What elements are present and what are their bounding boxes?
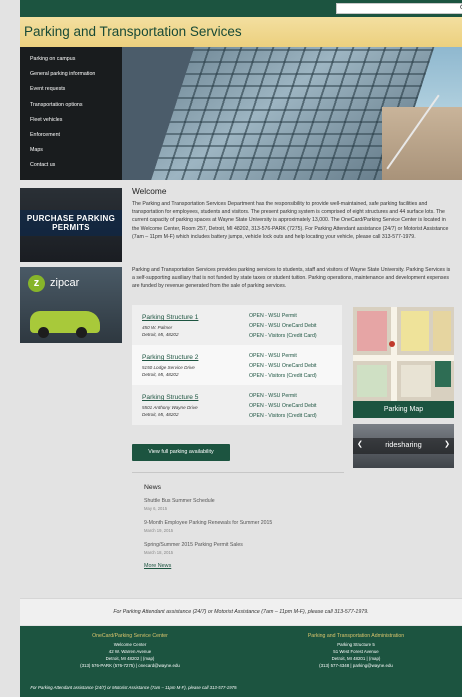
- nav-item-maps[interactable]: Maps: [20, 146, 122, 161]
- nav-item-transportation-options[interactable]: Transportation options: [20, 101, 122, 116]
- top-bar: ⚲: [20, 0, 462, 17]
- footer: OneCard/Parking Service Center Welcome C…: [20, 626, 462, 697]
- status-line: OPEN - Visitors (Credit Card): [249, 333, 317, 339]
- address-line: Detroit, MI, 48202: [142, 331, 179, 337]
- structure-name-link[interactable]: Parking Structure 5: [142, 394, 198, 401]
- news-item: 9-Month Employee Parking Renewals for Su…: [144, 520, 364, 535]
- zipcar-banner[interactable]: z zipcar: [20, 267, 122, 343]
- footer-line-email-link[interactable]: (313) 577-4348 | parking@wayne.edu: [256, 662, 456, 669]
- nav-item-general-parking-information[interactable]: General parking information: [20, 70, 122, 85]
- structure-status: OPEN - WSU Permit OPEN - WSU OneCard Deb…: [249, 391, 317, 421]
- parking-map-card[interactable]: Parking Map: [353, 307, 454, 418]
- purchase-permits-label: PURCHASE PARKING PERMITS: [26, 214, 116, 232]
- welcome-heading: Welcome: [132, 186, 167, 196]
- structure-status: OPEN - WSU Permit OPEN - WSU OneCard Deb…: [249, 311, 317, 341]
- footer-line: Parking Structure 5: [337, 642, 375, 647]
- view-availability-button[interactable]: View full parking availability: [132, 444, 230, 461]
- news-item: Spring/Summer 2015 Parking Permit Sales …: [144, 542, 364, 557]
- site-title[interactable]: Parking and Transportation Services: [24, 24, 242, 39]
- status-line: OPEN - Visitors (Credit Card): [249, 373, 317, 379]
- news-heading: News: [144, 484, 161, 491]
- welcome-paragraph-1: The Parking and Transportation Services …: [132, 201, 449, 240]
- footer-heading: Parking and Transportation Administratio…: [307, 633, 405, 639]
- footer-heading: OneCard/Parking Service Center: [92, 633, 168, 639]
- footer-line: 51 West Forest Avenue: [333, 649, 379, 654]
- news-item-date: May 6, 2015: [144, 506, 168, 511]
- news-item-title[interactable]: Spring/Summer 2015 Parking Permit Sales: [144, 542, 364, 549]
- footer-line-email-link[interactable]: (313) 576-PARK (576-7275) | onecard@wayn…: [30, 662, 230, 669]
- map-block: [357, 365, 387, 397]
- status-line: OPEN - WSU OneCard Debit: [249, 323, 317, 329]
- assistance-notice-text: For Parking Attendant assistance (24/7) …: [113, 609, 369, 615]
- structure-name-link[interactable]: Parking Structure 2: [142, 354, 198, 361]
- ridesharing-label: ridesharing: [385, 440, 422, 449]
- footer-administration: Parking and Transportation Administratio…: [256, 632, 456, 669]
- structure-name-link[interactable]: Parking Structure 1: [142, 314, 198, 321]
- assistance-notice: For Parking Attendant assistance (24/7) …: [20, 598, 462, 625]
- nav-item-parking-on-campus[interactable]: Parking on campus: [20, 55, 122, 70]
- structure-address: 450 W. Palmer Detroit, MI, 48202: [142, 325, 179, 338]
- map-block: [435, 361, 451, 387]
- welcome-paragraph-2: Parking and Transportation Services prov…: [132, 267, 451, 290]
- map-block: [357, 311, 387, 351]
- status-line: OPEN - WSU Permit: [249, 393, 297, 399]
- car-wheel-image: [38, 327, 49, 338]
- footer-line: 42 W. Warren Avenue: [108, 649, 152, 654]
- footer-line-map-link[interactable]: Detroit, MI 48201 | (map): [256, 655, 456, 662]
- news-item-date: March 19, 2015: [144, 528, 174, 533]
- status-line: OPEN - WSU OneCard Debit: [249, 363, 317, 369]
- site-header: Parking and Transportation Services: [20, 17, 462, 47]
- status-line: OPEN - Visitors (Credit Card): [249, 413, 317, 419]
- structure-address: 5150 Lodge Service Drive Detroit, MI, 48…: [142, 365, 195, 378]
- map-block: [401, 365, 431, 397]
- nav-item-event-requests[interactable]: Event requests: [20, 85, 122, 100]
- news-item-date: March 18, 2015: [144, 550, 174, 555]
- footer-service-center: OneCard/Parking Service Center Welcome C…: [30, 632, 230, 669]
- more-news-link[interactable]: More News: [144, 563, 171, 569]
- news-item-title[interactable]: 9-Month Employee Parking Renewals for Su…: [144, 520, 364, 527]
- news-divider: [132, 472, 344, 473]
- structure-status: OPEN - WSU Permit OPEN - WSU OneCard Deb…: [249, 351, 317, 381]
- footer-assistance-text: For Parking Attendant assistance (24/7) …: [30, 685, 238, 690]
- address-line: Detroit, MI, 48202: [142, 411, 179, 417]
- footer-line: Welcome Center: [113, 642, 147, 647]
- status-line: OPEN - WSU Permit: [249, 353, 297, 359]
- nav-item-fleet-vehicles[interactable]: Fleet vehicles: [20, 116, 122, 131]
- map-block: [433, 311, 451, 351]
- car-wheel-image: [76, 327, 87, 338]
- chevron-right-icon[interactable]: ❯: [444, 440, 450, 448]
- main-navigation: Parking on campus General parking inform…: [20, 47, 122, 180]
- news-item-title[interactable]: Shuttle Bus Summer Schedule: [144, 498, 364, 505]
- address-line: 5501 Anthony Wayne Drive: [142, 405, 198, 410]
- structure-address: 5501 Anthony Wayne Drive Detroit, MI, 48…: [142, 405, 198, 418]
- map-block: [401, 311, 429, 351]
- search-input[interactable]: ⚲: [336, 3, 462, 14]
- ridesharing-card[interactable]: ❮ ridesharing ❯: [353, 424, 454, 468]
- status-line: OPEN - WSU OneCard Debit: [249, 403, 317, 409]
- hero-banner: Parking on campus General parking inform…: [20, 47, 462, 180]
- parking-map-label: Parking Map: [353, 401, 454, 418]
- nav-item-contact-us[interactable]: Contact us: [20, 161, 122, 176]
- footer-line-map-link[interactable]: Detroit, MI 48202 | (map): [30, 655, 230, 662]
- purchase-permits-banner[interactable]: PURCHASE PARKING PERMITS: [20, 188, 122, 262]
- structure-row: Parking Structure 5 5501 Anthony Wayne D…: [132, 385, 342, 425]
- zipcar-logo-icon: z: [28, 275, 45, 292]
- news-item: Shuttle Bus Summer Schedule May 6, 2015: [144, 498, 364, 513]
- parking-structures-list: Parking Structure 1 450 W. Palmer Detroi…: [132, 305, 342, 425]
- zipcar-label: zipcar: [50, 277, 80, 289]
- address-line: 5150 Lodge Service Drive: [142, 365, 195, 370]
- address-line: Detroit, MI, 48202: [142, 371, 179, 377]
- structure-row: Parking Structure 2 5150 Lodge Service D…: [132, 345, 342, 385]
- nav-item-enforcement[interactable]: Enforcement: [20, 131, 122, 146]
- structure-row: Parking Structure 1 450 W. Palmer Detroi…: [132, 305, 342, 345]
- status-line: OPEN - WSU Permit: [249, 313, 297, 319]
- map-pin-icon: [389, 341, 395, 347]
